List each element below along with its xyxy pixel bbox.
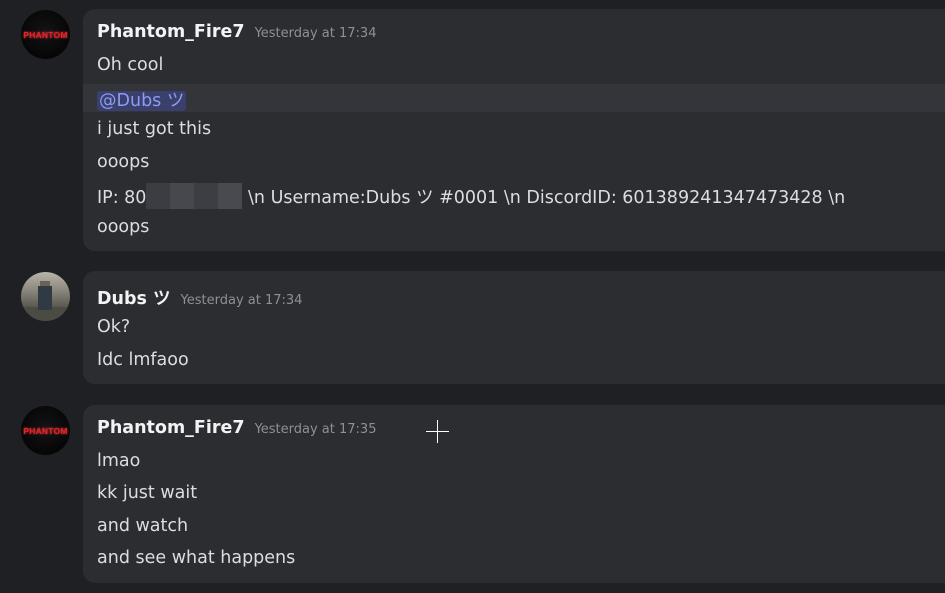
chat-log: PHANTOM Phantom_Fire7 Yesterday at 17:34… [0, 0, 945, 593]
redacted-block [146, 183, 243, 209]
username[interactable]: Dubs ツ [97, 285, 171, 310]
username[interactable]: Phantom_Fire7 [97, 22, 245, 42]
timestamp[interactable]: Yesterday at 17:34 [181, 293, 303, 308]
message-line: IP: 80 \n Username:Dubs ツ #0001 \n Disco… [97, 183, 846, 209]
crosshair-cursor-icon [426, 420, 449, 443]
message-line: Ok? [97, 317, 131, 337]
avatar[interactable]: PHANTOM [21, 406, 70, 455]
message-bubble [83, 9, 945, 251]
ip-prefix: IP: 80 [97, 188, 147, 208]
message-line: Idc lmfaoo [97, 350, 189, 370]
message-header: Phantom_Fire7 Yesterday at 17:35 [97, 418, 376, 438]
avatar-figure [38, 286, 52, 310]
phantom-logo: PHANTOM [23, 425, 68, 436]
username[interactable]: Phantom_Fire7 [97, 418, 245, 438]
timestamp[interactable]: Yesterday at 17:34 [255, 26, 377, 41]
message-header: Phantom_Fire7 Yesterday at 17:34 [97, 22, 376, 42]
message-line: ooops [97, 217, 150, 237]
message-line: i just got this [97, 119, 212, 139]
user-mention[interactable]: @Dubs ツ [97, 91, 187, 111]
message-line: ooops [97, 152, 150, 172]
message-line: and watch [97, 516, 189, 536]
avatar[interactable] [21, 272, 70, 321]
message-line: kk just wait [97, 483, 198, 503]
message-line: lmao [97, 451, 141, 471]
avatar[interactable]: PHANTOM [21, 10, 70, 59]
timestamp[interactable]: Yesterday at 17:35 [255, 422, 377, 437]
message-header: Dubs ツ Yesterday at 17:34 [97, 285, 302, 310]
message-line: and see what happens [97, 548, 296, 568]
ip-suffix: \n Username:Dubs ツ #0001 \n DiscordID: 6… [242, 188, 846, 208]
message-line: @Dubs ツ [97, 87, 187, 112]
phantom-logo: PHANTOM [23, 29, 68, 40]
message-line: Oh cool [97, 55, 164, 75]
mention-highlight [83, 84, 945, 112]
